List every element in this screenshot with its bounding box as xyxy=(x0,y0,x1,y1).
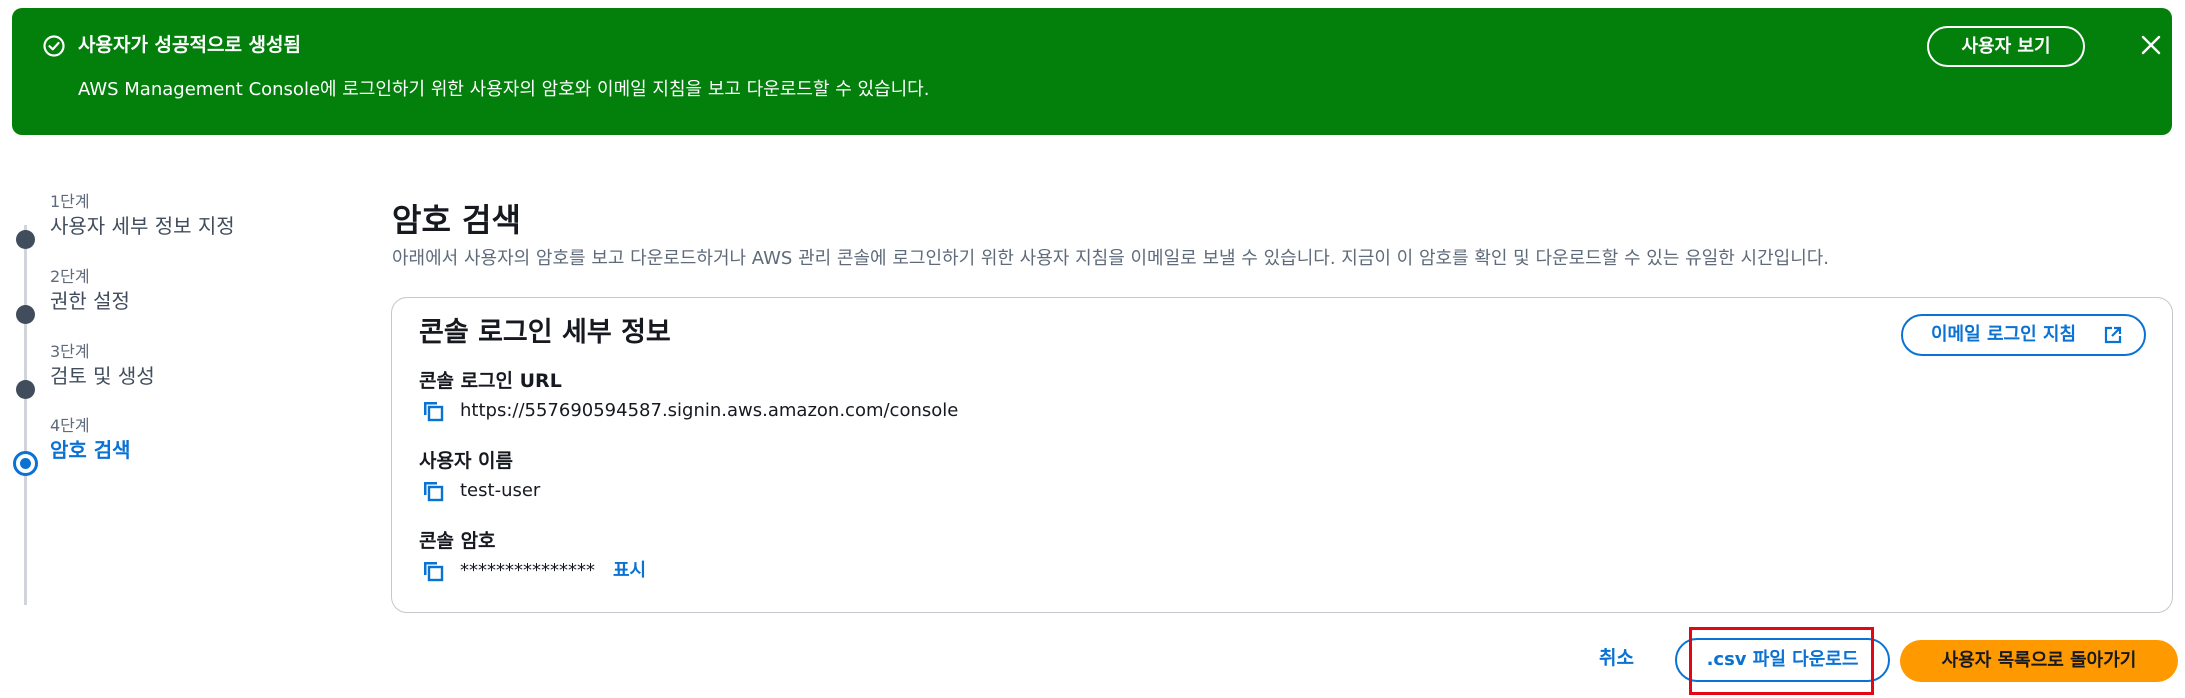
return-to-users-list-button[interactable]: 사용자 목록으로 돌아가기 xyxy=(1900,640,2178,682)
cancel-button[interactable]: 취소 xyxy=(1599,645,1634,671)
step-number: 3단계 xyxy=(50,342,90,361)
external-link-icon xyxy=(2104,326,2122,344)
banner-title: 사용자가 성공적으로 생성됨 xyxy=(78,34,301,56)
email-sign-in-instructions-button[interactable]: 이메일 로그인 지침 xyxy=(1901,314,2146,356)
step-label[interactable]: 검토 및 생성 xyxy=(50,362,155,390)
username-label: 사용자 이름 xyxy=(419,450,514,472)
username-value: test-user xyxy=(460,480,541,501)
console-password-value: *************** xyxy=(460,560,595,581)
copy-icon[interactable] xyxy=(422,400,444,422)
step-label: 암호 검색 xyxy=(50,438,131,462)
username-row: test-user xyxy=(422,478,540,504)
check-circle-icon xyxy=(43,35,65,57)
close-icon[interactable] xyxy=(2140,34,2162,56)
sign-in-details-card: 콘솔 로그인 세부 정보 이메일 로그인 지침 콘솔 로그인 URL https… xyxy=(391,297,2173,613)
console-url-label: 콘솔 로그인 URL xyxy=(419,370,562,392)
step-connector xyxy=(24,225,27,605)
step-number: 4단계 xyxy=(50,416,90,435)
step-label[interactable]: 사용자 세부 정보 지정 xyxy=(50,212,235,240)
banner-description: AWS Management Console에 로그인하기 위한 사용자의 암호… xyxy=(78,79,930,100)
step-dot xyxy=(16,380,35,399)
console-url-value: https://557690594587.signin.aws.amazon.c… xyxy=(460,400,959,421)
step-dot-active xyxy=(13,451,38,476)
step-navigation: 1단계 사용자 세부 정보 지정 2단계 권한 설정 3단계 검토 및 생성 4… xyxy=(0,180,360,605)
page-title: 암호 검색 xyxy=(392,201,521,239)
copy-icon[interactable] xyxy=(422,480,444,502)
console-password-row: *************** 표시 xyxy=(422,558,646,584)
view-user-button[interactable]: 사용자 보기 xyxy=(1927,26,2085,67)
email-button-label: 이메일 로그인 지침 xyxy=(1931,324,2077,345)
page-description: 아래에서 사용자의 암호를 보고 다운로드하거나 AWS 관리 콘솔에 로그인하… xyxy=(392,248,1830,269)
step-dot xyxy=(16,230,35,249)
step-dot xyxy=(16,305,35,324)
card-title: 콘솔 로그인 세부 정보 xyxy=(419,317,671,348)
console-password-label: 콘솔 암호 xyxy=(419,530,496,552)
download-csv-button[interactable]: .csv 파일 다운로드 xyxy=(1675,638,1890,682)
copy-icon[interactable] xyxy=(422,560,444,582)
show-password-link[interactable]: 표시 xyxy=(613,558,646,584)
console-url-row: https://557690594587.signin.aws.amazon.c… xyxy=(422,398,958,424)
step-number: 1단계 xyxy=(50,192,90,211)
step-number: 2단계 xyxy=(50,267,90,286)
success-banner: 사용자가 성공적으로 생성됨 AWS Management Console에 로… xyxy=(12,8,2172,135)
step-label[interactable]: 권한 설정 xyxy=(50,287,130,315)
